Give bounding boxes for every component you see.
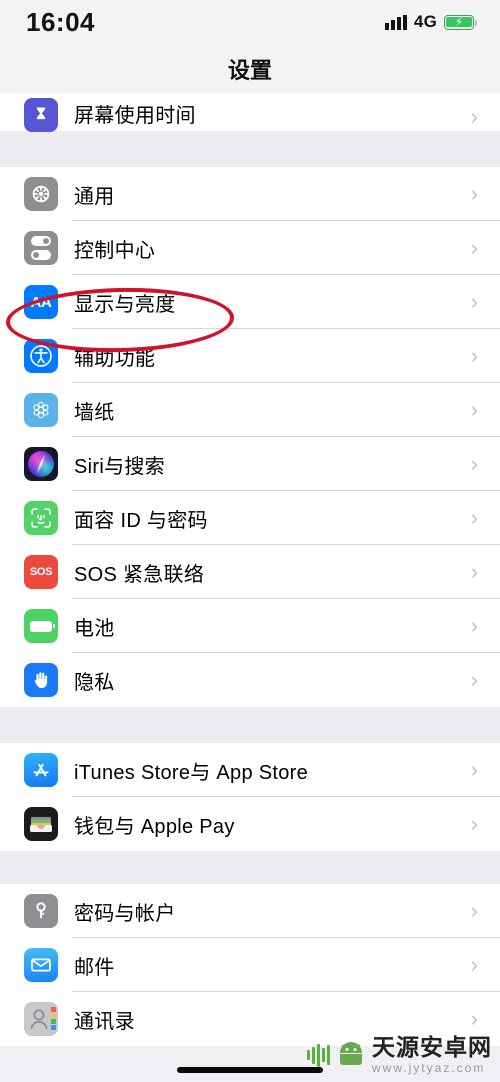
chevron-right-icon: › (470, 898, 478, 923)
key-icon (24, 894, 58, 928)
settings-row-label: 辅助功能 (74, 347, 156, 370)
settings-row-battery[interactable]: 电池 › (0, 599, 500, 653)
section-system: 通用 › 控制中心 › AA 显示与亮度 › 辅助功能 › 墙纸 › Siri与… (0, 167, 500, 707)
settings-row-siri-search[interactable]: Siri与搜索 › (0, 437, 500, 491)
settings-row-mail[interactable]: 邮件 › (0, 938, 500, 992)
settings-row-label: iTunes Store与 App Store (74, 761, 309, 784)
chevron-right-icon: › (470, 343, 478, 368)
settings-row-privacy[interactable]: 隐私 › (0, 653, 500, 707)
settings-row-label: 通讯录 (74, 1010, 135, 1033)
settings-row-face-id-passcode[interactable]: 面容 ID 与密码 › (0, 491, 500, 545)
charging-bolt-icon: ⚡ (454, 15, 464, 29)
settings-row-display-brightness[interactable]: AA 显示与亮度 › (0, 275, 500, 329)
settings-row-label: 隐私 (74, 671, 115, 694)
settings-row-label: 密码与帐户 (74, 902, 176, 925)
battery-charging-icon: ⚡ (444, 14, 478, 30)
settings-row-label: 通用 (74, 185, 115, 208)
settings-row-label: 控制中心 (74, 239, 156, 262)
home-indicator[interactable] (177, 1067, 323, 1073)
gear-icon (24, 177, 58, 211)
settings-row-control-center[interactable]: 控制中心 › (0, 221, 500, 275)
chevron-right-icon: › (470, 104, 478, 129)
settings-row-wallpaper[interactable]: 墙纸 › (0, 383, 500, 437)
settings-row-label: Siri与搜索 (74, 455, 165, 478)
sos-icon: SOS (24, 555, 58, 589)
settings-row-label: 屏幕使用时间 (74, 105, 196, 127)
section-screentime: 屏幕使用时间 › (0, 93, 500, 132)
envelope-icon (24, 948, 58, 982)
wallet-icon (24, 807, 58, 841)
settings-row-passwords-accounts[interactable]: 密码与帐户 › (0, 884, 500, 938)
status-indicators: 4G ⚡ (385, 12, 478, 32)
chevron-right-icon: › (470, 397, 478, 422)
contacts-icon (24, 1002, 58, 1036)
settings-row-label: 墙纸 (74, 401, 115, 424)
settings-row-emergency-sos[interactable]: SOS SOS 紧急联络 › (0, 545, 500, 599)
toggles-icon (24, 231, 58, 265)
section-accounts: 密码与帐户 › 邮件 › 通讯录 › (0, 884, 500, 1046)
chevron-right-icon: › (470, 505, 478, 530)
settings-row-label: 钱包与 Apple Pay (74, 815, 235, 838)
settings-list[interactable]: 屏幕使用时间 › 通用 › 控制中心 › AA 显示与亮度 › 辅助功能 › 墙… (0, 93, 500, 1082)
hand-icon (24, 663, 58, 697)
section-gap (0, 707, 500, 743)
chevron-right-icon: › (470, 667, 478, 692)
network-type-label: 4G (413, 12, 437, 31)
hourglass-icon (24, 98, 58, 132)
settings-row-label: SOS 紧急联络 (74, 563, 205, 586)
chevron-right-icon: › (470, 811, 478, 836)
chevron-right-icon: › (470, 451, 478, 476)
section-gap (0, 131, 500, 167)
chevron-right-icon: › (470, 757, 478, 782)
face-id-icon (24, 501, 58, 535)
section-gap (0, 851, 500, 884)
settings-row-accessibility[interactable]: 辅助功能 › (0, 329, 500, 383)
page-title: 设置 (227, 57, 272, 83)
chevron-right-icon: › (470, 235, 478, 260)
battery-icon (24, 609, 58, 643)
settings-row-label: 邮件 (74, 956, 115, 979)
flower-icon (24, 393, 58, 427)
chevron-right-icon: › (470, 559, 478, 584)
iphone-settings-screen: 16:04 4G ⚡ 设置 屏幕使用时间 › 通用 › 控制中心 › AA 显示… (0, 0, 500, 1082)
chevron-right-icon: › (470, 1006, 478, 1031)
status-bar: 16:04 4G ⚡ (0, 0, 500, 44)
accessibility-icon (24, 339, 58, 373)
settings-row-screen-time[interactable]: 屏幕使用时间 › (0, 93, 500, 132)
settings-row-wallet-apple-pay[interactable]: 钱包与 Apple Pay › (0, 797, 500, 851)
signal-bars-icon (385, 14, 407, 30)
section-stores: iTunes Store与 App Store › 钱包与 Apple Pay … (0, 743, 500, 851)
chevron-right-icon: › (470, 181, 478, 206)
chevron-right-icon: › (470, 289, 478, 314)
settings-row-label: 电池 (74, 617, 115, 640)
settings-row-general[interactable]: 通用 › (0, 167, 500, 221)
app-store-icon (24, 753, 58, 787)
chevron-right-icon: › (470, 613, 478, 638)
settings-row-label: 面容 ID 与密码 (74, 509, 208, 532)
status-time: 16:04 (26, 6, 95, 37)
settings-row-itunes-app-store[interactable]: iTunes Store与 App Store › (0, 743, 500, 797)
navigation-bar: 设置 (0, 44, 500, 93)
siri-orb-icon (24, 447, 58, 481)
chevron-right-icon: › (470, 952, 478, 977)
settings-row-contacts[interactable]: 通讯录 › (0, 992, 500, 1046)
aa-text-icon: AA (24, 285, 58, 319)
settings-row-label: 显示与亮度 (74, 293, 176, 316)
